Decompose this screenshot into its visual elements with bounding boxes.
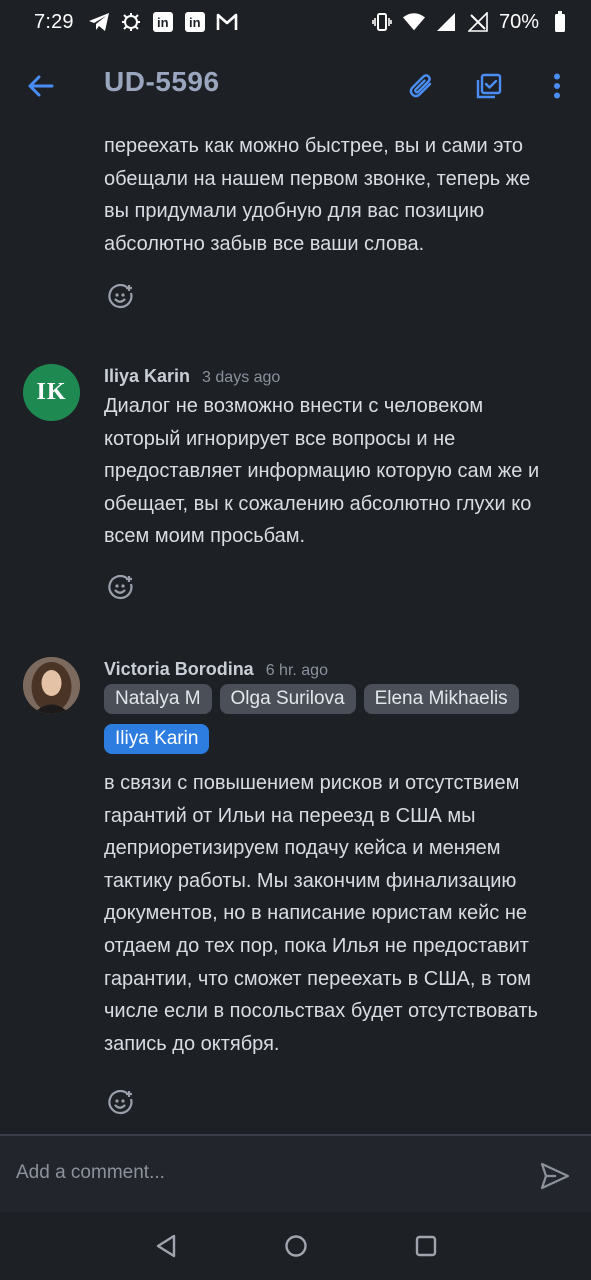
add-reaction-button[interactable] xyxy=(106,282,136,312)
comment-input[interactable] xyxy=(16,1158,516,1188)
avatar-initials: IK xyxy=(36,379,67,405)
mentions-list: Natalya M Olga Surilova Elena Mikhaelis … xyxy=(104,684,574,754)
nav-home-button[interactable] xyxy=(276,1226,316,1266)
arrow-left-icon xyxy=(28,75,54,97)
notification-icons: in in xyxy=(88,11,238,33)
bug-icon xyxy=(120,11,142,33)
comment-author[interactable]: Iliya Karin xyxy=(104,366,190,387)
nav-back-button[interactable] xyxy=(146,1226,186,1266)
send-icon xyxy=(540,1162,570,1190)
attachment-icon xyxy=(409,74,432,98)
app-bar: UD-5596 xyxy=(0,44,591,126)
battery-percent: 70% xyxy=(498,10,539,33)
signal-icon xyxy=(435,11,457,33)
comment-header: Victoria Borodina 6 hr. ago xyxy=(104,659,328,680)
mention-chip-active[interactable]: Iliya Karin xyxy=(104,724,210,754)
comments-feed[interactable]: переехать как можно быстрее, вы и сами э… xyxy=(0,126,591,1134)
send-button[interactable] xyxy=(537,1158,573,1194)
mention-chip[interactable]: Olga Surilova xyxy=(219,684,356,714)
gmail-icon xyxy=(216,11,238,33)
add-reaction-icon xyxy=(108,284,133,309)
checklist-button[interactable] xyxy=(469,66,509,106)
add-reaction-icon xyxy=(108,1090,133,1115)
square-recents-icon xyxy=(415,1235,436,1257)
status-time: 7:29 xyxy=(34,10,74,33)
comment-text: переехать как можно быстрее, вы и сами э… xyxy=(104,135,531,255)
user-photo-icon xyxy=(23,657,80,714)
triangle-back-icon xyxy=(156,1234,175,1258)
vibrate-icon xyxy=(371,11,393,33)
add-reaction-button[interactable] xyxy=(106,573,136,603)
comment-time: 3 days ago xyxy=(202,369,281,386)
system-icons: 70% xyxy=(371,11,571,34)
comment-author[interactable]: Victoria Borodina xyxy=(104,659,254,680)
status-bar: 7:29 in in 70% xyxy=(0,0,591,44)
more-vert-icon xyxy=(554,73,560,99)
wifi-icon xyxy=(402,11,425,33)
avatar[interactable] xyxy=(23,657,80,714)
comment-time: 6 hr. ago xyxy=(265,662,328,679)
page-title: UD-5596 xyxy=(104,66,220,97)
more-options-button[interactable] xyxy=(537,66,577,106)
mention-chip[interactable]: Elena Mikhaelis xyxy=(363,684,519,714)
add-reaction-button[interactable] xyxy=(106,1088,136,1118)
add-reaction-icon xyxy=(108,575,133,600)
app-bar-actions xyxy=(401,66,577,106)
comment-text: Диалог не возможно внести с человеком ко… xyxy=(104,395,540,548)
system-nav-bar xyxy=(0,1212,591,1280)
mention-chip[interactable]: Natalya M xyxy=(104,684,212,714)
attachment-button[interactable] xyxy=(401,66,441,106)
comment-item: IK Iliya Karin 3 days ago Диалог не возм… xyxy=(0,362,591,612)
back-button[interactable] xyxy=(22,68,58,104)
comment-text: в связи с повышением рисков и отсутствие… xyxy=(104,772,538,1055)
battery-icon xyxy=(549,11,571,33)
circle-home-icon xyxy=(284,1235,307,1257)
comment-partial: переехать как можно быстрее, вы и сами э… xyxy=(104,130,574,312)
linkedin-icon: in xyxy=(184,11,206,33)
comment-item: Victoria Borodina 6 hr. ago Natalya M Ol… xyxy=(0,655,591,1125)
telegram-icon xyxy=(88,11,110,33)
comment-header: Iliya Karin 3 days ago xyxy=(104,366,280,387)
avatar[interactable]: IK xyxy=(23,364,80,421)
no-signal-icon xyxy=(467,11,489,33)
checklist-icon xyxy=(476,73,502,99)
linkedin-icon: in xyxy=(152,11,174,33)
comment-composer xyxy=(0,1134,591,1212)
nav-recents-button[interactable] xyxy=(406,1226,446,1266)
